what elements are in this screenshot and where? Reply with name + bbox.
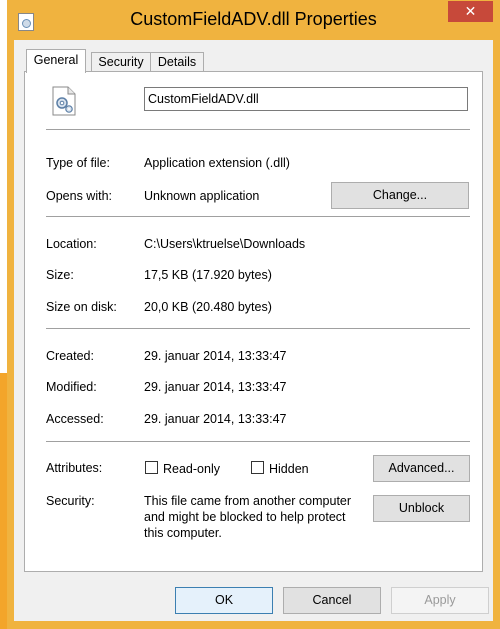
modified-label: Modified: (46, 380, 97, 394)
properties-dialog: CustomFieldADV.dll Properties ✕ General … (7, 0, 500, 629)
location-label: Location: (46, 237, 97, 251)
hidden-label[interactable]: Hidden (269, 462, 309, 476)
security-message-line: this computer. (144, 526, 222, 540)
attributes-label: Attributes: (46, 461, 103, 475)
apply-button[interactable]: Apply (391, 587, 489, 614)
file-name-input[interactable] (144, 87, 468, 111)
opens-with-value: Unknown application (144, 189, 260, 203)
title-bar[interactable]: CustomFieldADV.dll Properties ✕ (7, 0, 500, 40)
accessed-label: Accessed: (46, 412, 104, 426)
location-value: C:\Users\ktruelse\Downloads (144, 237, 306, 251)
tab-general[interactable]: General (26, 49, 86, 73)
type-of-file-value: Application extension (.dll) (144, 156, 290, 170)
tab-details[interactable]: Details (150, 52, 204, 72)
size-label: Size: (46, 268, 74, 282)
change-button[interactable]: Change... (331, 182, 469, 209)
read-only-checkbox[interactable] (145, 461, 158, 474)
dialog-client-area: General Security Details Type of file: A… (14, 40, 493, 621)
created-value: 29. januar 2014, 13:33:47 (144, 349, 287, 363)
hidden-checkbox[interactable] (251, 461, 264, 474)
tab-security[interactable]: Security (91, 52, 151, 72)
separator (46, 129, 470, 130)
ok-button[interactable]: OK (175, 587, 273, 614)
general-tab-panel: Type of file: Application extension (.dl… (24, 71, 483, 572)
security-message: This file came from another computer and… (144, 493, 374, 541)
dll-file-icon (52, 86, 76, 116)
size-on-disk-value: 20,0 KB (20.480 bytes) (144, 300, 272, 314)
security-message-line: This file came from another computer (144, 494, 352, 508)
separator (46, 216, 470, 217)
security-label: Security: (46, 494, 95, 508)
close-icon: ✕ (464, 3, 477, 19)
unblock-button[interactable]: Unblock (373, 495, 470, 522)
advanced-button[interactable]: Advanced... (373, 455, 470, 482)
accessed-value: 29. januar 2014, 13:33:47 (144, 412, 287, 426)
size-value: 17,5 KB (17.920 bytes) (144, 268, 272, 282)
type-of-file-label: Type of file: (46, 156, 110, 170)
separator (46, 328, 470, 329)
cancel-button[interactable]: Cancel (283, 587, 381, 614)
close-button[interactable]: ✕ (448, 1, 493, 22)
window-title: CustomFieldADV.dll Properties (130, 9, 377, 29)
read-only-label[interactable]: Read-only (163, 462, 220, 476)
created-label: Created: (46, 349, 94, 363)
security-message-line: and might be blocked to help protect (144, 510, 346, 524)
size-on-disk-label: Size on disk: (46, 300, 117, 314)
opens-with-label: Opens with: (46, 189, 113, 203)
modified-value: 29. januar 2014, 13:33:47 (144, 380, 287, 394)
separator (46, 441, 470, 442)
